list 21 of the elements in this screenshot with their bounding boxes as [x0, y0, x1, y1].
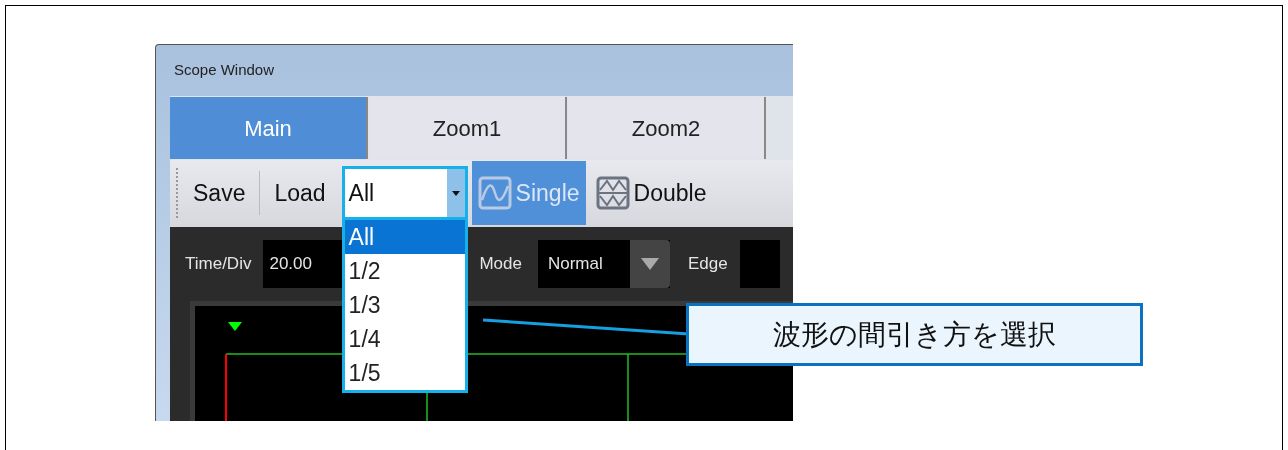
dropdown-option[interactable]: 1/3 [344, 288, 465, 323]
callout-box: 波形の間引き方を選択 [686, 303, 1143, 366]
field-label: Time/Div [185, 253, 252, 276]
field-label: Mode [479, 253, 522, 276]
dropdown-option[interactable]: 1/5 [344, 356, 465, 391]
toolbar-button[interactable]: Load [264, 168, 336, 219]
field-label: Edge [687, 253, 728, 276]
dropdown-value: All [347, 179, 376, 209]
tab[interactable]: Zoom2 [568, 97, 766, 160]
dropdown-option[interactable]: 1/2 [344, 254, 465, 289]
tab[interactable]: Zoom1 [369, 97, 567, 160]
dropdown-option[interactable]: 1/4 [344, 322, 465, 357]
waveform-icon [477, 176, 512, 211]
mode-select[interactable]: Normal [537, 240, 670, 288]
dropdown-option[interactable]: All [344, 220, 465, 255]
double-waveform-icon [595, 176, 630, 211]
input-field[interactable] [739, 240, 780, 288]
grip-handle[interactable] [176, 168, 179, 219]
view-button[interactable]: Double [589, 161, 713, 226]
toolbar-button[interactable]: Save [183, 168, 256, 219]
window-title: Scope Window [174, 60, 275, 81]
